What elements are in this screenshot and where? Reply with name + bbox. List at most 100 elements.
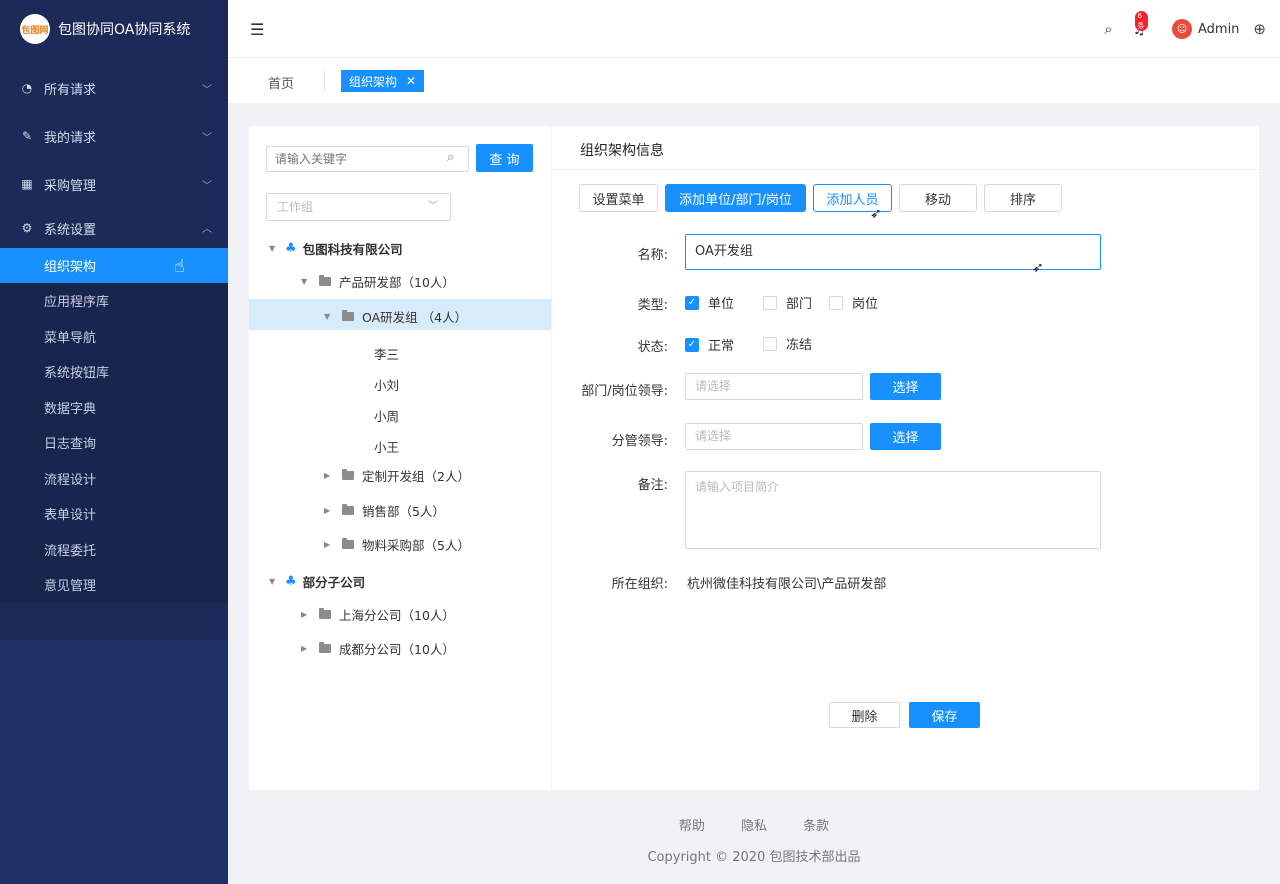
leader-select-button[interactable]: 选择 [870,373,941,400]
menu-system-settings[interactable]: ⚙ 系统设置 ︿ [0,208,228,248]
search-icon[interactable]: ⌕ [447,150,454,165]
tab-home[interactable]: 首页 [268,73,294,92]
sidebar-item-opinion[interactable]: 意见管理 [0,567,228,603]
checkbox-label: 岗位 [852,297,879,312]
check-icon: ✓ [685,337,699,352]
checkbox-label: 单位 [708,297,735,312]
tree-node-oa-group[interactable]: ▼ OA研发组 （4人） [324,307,467,326]
sidebar-item-buttons[interactable]: 系统按钮库 [0,354,228,390]
leader-input[interactable]: 请选择 [685,373,863,400]
org-label: 所在组织: [611,577,668,592]
tree-node-shanghai[interactable]: ▶ 上海分公司（10人） [301,605,455,624]
remark-label: 备注: [637,478,668,493]
add-unit-button[interactable]: 添加单位/部门/岗位 [665,184,806,212]
sidebar-item-menu-nav[interactable]: 菜单导航 [0,319,228,355]
type-dept-checkbox[interactable]: 部门 [763,293,812,312]
chevron-down-icon: ﹀ [202,133,212,144]
tree-node-purchase[interactable]: ▶ 物料采购部（5人） [324,535,470,554]
tree-node-chengdu[interactable]: ▶ 成都分公司（10人） [301,639,455,658]
logo-icon: 包图网 [20,14,50,44]
member-label: 小王 [374,440,400,455]
caret-down-icon: ▼ [269,244,276,253]
gauge-icon: ◔ [21,81,33,95]
folder-icon [319,275,331,286]
sub-label: 组织架构 [44,260,97,275]
app-logo[interactable]: 包图网 包图协同OA协同系统 [0,0,228,58]
caret-right-icon: ▶ [324,506,331,515]
check-icon: ✓ [685,295,699,310]
checkbox-label: 冻结 [786,338,813,353]
type-post-checkbox[interactable]: 岗位 [829,293,878,312]
tab-org[interactable]: 组织架构 ✕ [341,70,425,92]
bell-icon[interactable]: ♫6条 [1133,11,1148,38]
tree-node-custom[interactable]: ▶ 定制开发组（2人） [324,466,470,485]
node-count: （4人） [421,310,468,325]
org-value: 杭州微佳科技有限公司\产品研发部 [687,577,887,592]
caret-down-icon: ▼ [324,312,331,321]
org-tree-panel: ⌕ 查 询 工作组 ﹀ ▼ ♣ 包图科技有限公司 ▼ 产品研发部（10人） ▼ OA研发… [249,126,551,790]
search-input[interactable] [266,146,469,172]
menu-all-requests[interactable]: ◔ 所有请求 ﹀ [0,64,228,112]
chevron-up-icon: ︿ [202,224,212,235]
checkbox-label: 部门 [786,297,813,312]
tree-node-sales[interactable]: ▶ 销售部（5人） [324,501,445,520]
avatar[interactable]: ☺ [1171,19,1192,39]
globe-icon[interactable]: ⊕ [1253,20,1266,38]
node-label: 部分子公司 [302,575,366,590]
manager-label: 分管领导: [611,434,668,449]
set-menu-button[interactable]: 设置菜单 [579,184,658,212]
gear-icon: ⚙ [21,221,33,235]
member-label: 李三 [374,347,400,362]
notification-badge: 6条 [1134,11,1148,31]
org-icon: ♣ [285,574,297,589]
tree-node-company[interactable]: ▼ ♣ 包图科技有限公司 [269,239,403,258]
sort-button[interactable]: 排序 [984,184,1062,212]
tree-member[interactable]: 小刘 [374,375,399,394]
sidebar-item-flow-design[interactable]: 流程设计 [0,461,228,497]
checkbox-box [829,295,843,310]
menu-purchase[interactable]: ▦ 采购管理 ﹀ [0,160,228,208]
menu-fold-icon[interactable]: ☰ [250,20,264,39]
tree-node-rd[interactable]: ▼ 产品研发部（10人） [301,272,455,291]
table-icon: ▦ [21,177,33,191]
manager-select-button[interactable]: 选择 [870,423,941,450]
query-button[interactable]: 查 询 [476,144,533,172]
sidebar-item-apps[interactable]: 应用程序库 [0,283,228,319]
copyright: Copyright © 2020 包图技术部出品 [647,850,861,865]
name-label: 名称: [637,248,668,263]
divider [552,169,1259,170]
help-link[interactable]: 帮助 [679,819,705,834]
save-button[interactable]: 保存 [909,702,980,728]
status-normal-checkbox[interactable]: ✓ 正常 [685,335,734,354]
move-button[interactable]: 移动 [899,184,977,212]
user-name[interactable]: Admin [1198,22,1239,37]
status-frozen-checkbox[interactable]: 冻结 [763,334,812,353]
sidebar-item-logs[interactable]: 日志查询 [0,425,228,461]
sidebar-item-org[interactable]: 组织架构 ☝ [0,248,228,283]
member-label: 小周 [374,409,400,424]
member-label: 小刘 [374,378,400,393]
caret-down-icon: ▼ [301,277,308,286]
caret-down-icon: ▼ [269,577,276,586]
search-icon[interactable]: ⌕ [1104,20,1112,38]
group-select[interactable]: 工作组 ﹀ [266,193,451,221]
settings-submenu: 组织架构 ☝ 应用程序库 菜单导航 系统按钮库 数据字典 日志查询 流程设计 表… [0,248,228,603]
delete-button[interactable]: 删除 [829,702,900,728]
tree-member[interactable]: 小周 [374,406,399,425]
sidebar-item-delegate[interactable]: 流程委托 [0,532,228,568]
menu-my-requests[interactable]: ✎ 我的请求 ﹀ [0,112,228,160]
terms-link[interactable]: 条款 [803,819,829,834]
type-label: 类型: [637,298,668,313]
close-icon[interactable]: ✕ [406,74,416,88]
type-unit-checkbox[interactable]: ✓ 单位 [685,293,734,312]
tree-member[interactable]: 李三 [374,344,399,363]
remark-textarea[interactable]: 请输入项目简介 [685,471,1101,549]
tree-node-subsidiary[interactable]: ▼ ♣ 部分子公司 [269,572,365,591]
sidebar-item-dictionary[interactable]: 数据字典 [0,390,228,426]
tabs-bar: 首页 组织架构 ✕ [228,58,1280,103]
checkbox-box [763,295,777,310]
manager-input[interactable]: 请选择 [685,423,863,450]
sidebar-item-form-design[interactable]: 表单设计 [0,496,228,532]
tree-member[interactable]: 小王 [374,437,399,456]
privacy-link[interactable]: 隐私 [741,819,767,834]
